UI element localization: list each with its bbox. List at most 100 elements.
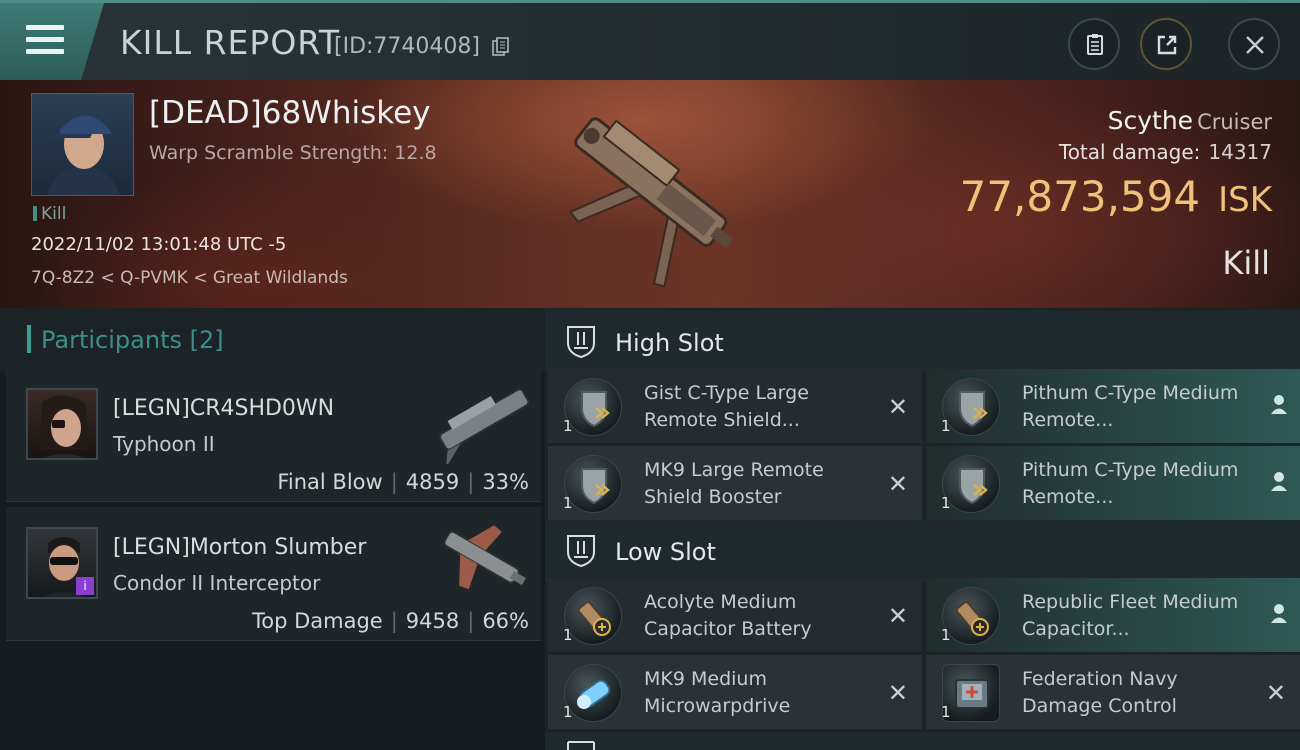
report-id: [ID:7740408] [334, 34, 480, 59]
module-name: Gist C-Type Large Remote Shield... [644, 382, 809, 431]
module-quantity: 1 [563, 494, 573, 512]
participant-row[interactable]: [LEGN]CR4SHD0WN Typhoon II Final Blow | 48… [6, 368, 541, 502]
participant-ship: Condor II Interceptor [113, 571, 321, 595]
result-label: Kill [1222, 244, 1270, 282]
share-button[interactable] [1140, 18, 1192, 70]
module-item[interactable]: 1 Acolyte Medium Capacitor Battery ✕ [548, 578, 922, 652]
ship-class: Cruiser [1197, 110, 1272, 134]
module-quantity: 1 [941, 494, 951, 512]
participant-percent: 33% [482, 470, 529, 494]
capacitor-battery-icon [564, 587, 622, 645]
module-quantity: 1 [563, 626, 573, 644]
warp-scramble-strength: Warp Scramble Strength: 12.8 [149, 142, 437, 164]
participant-row[interactable]: i [LEGN]Morton Slumber Condor II Interce… [6, 507, 541, 641]
kill-location: 7Q-8Z2 < Q-PVMK < Great Wildlands [31, 268, 348, 288]
next-slot-header [545, 732, 1300, 750]
low-slot-header: Low Slot [545, 520, 1300, 582]
remote-shield-icon [942, 455, 1000, 513]
isk-unit: ISK [1218, 180, 1272, 220]
page-title: KILL REPORT [120, 23, 340, 62]
fitting-panel: High Slot 1 Gist C-Type Large Remote Shi… [545, 308, 1300, 750]
close-button[interactable] [1228, 18, 1280, 70]
high-slot-title: High Slot [615, 329, 724, 357]
destroyed-x-icon: ✕ [887, 679, 908, 707]
kill-timestamp: 2022/11/02 13:01:48 UTC -5 [31, 234, 287, 255]
slot-shield-icon [567, 741, 595, 750]
participants-title: Participants [2] [41, 326, 224, 354]
module-name: Acolyte Medium Capacitor Battery [644, 591, 812, 640]
clipboard-button[interactable] [1068, 18, 1120, 70]
destroyed-x-icon: ✕ [887, 602, 908, 630]
participant-damage: 9458 [405, 609, 460, 633]
isk-value-line: 77,873,594 ISK [960, 172, 1272, 221]
ship-name: Scythe [1107, 106, 1194, 135]
module-item[interactable]: 1 Federation Navy Damage Control ✕ [926, 655, 1300, 729]
hamburger-menu-icon[interactable] [26, 25, 64, 55]
person-icon [1271, 472, 1287, 491]
participant-ship-image [443, 525, 526, 590]
module-name: MK9 Large Remote Shield Booster [644, 459, 824, 508]
participants-header: Participants [2] [0, 308, 545, 372]
capacitor-battery-icon [942, 587, 1000, 645]
participant-ship: Typhoon II [113, 432, 215, 456]
badge-icon: i [76, 577, 94, 595]
low-slot-title: Low Slot [615, 538, 716, 566]
participant-ship-image [438, 388, 530, 464]
slot-shield-icon [567, 535, 595, 568]
module-name: Republic Fleet Medium Capacitor... [1022, 591, 1239, 640]
module-quantity: 1 [563, 703, 573, 721]
participants-panel: Participants [2] [LEGN]CR4SHD0WN Typhoon… [0, 308, 545, 750]
module-name: Federation Navy Damage Control [1022, 668, 1178, 717]
module-item[interactable]: 1 Pithum C-Type Medium Remote... [926, 369, 1300, 443]
module-item[interactable]: 1 Pithum C-Type Medium Remote... [926, 446, 1300, 520]
remote-shield-icon [564, 455, 622, 513]
module-item[interactable]: 1 MK9 Medium Microwarpdrive ✕ [548, 655, 922, 729]
total-damage-value: 14317 [1208, 140, 1272, 164]
participant-avatar[interactable]: i [26, 527, 98, 599]
microwarpdrive-icon [564, 664, 622, 722]
isk-value: 77,873,594 [959, 172, 1201, 221]
module-quantity: 1 [941, 417, 951, 435]
destroyed-x-icon: ✕ [887, 470, 908, 498]
participant-stats: Final Blow | 4859 | 33% [277, 470, 529, 494]
copy-icon[interactable] [492, 37, 509, 57]
ship-type-line: Scythe Cruiser [1108, 106, 1272, 135]
participant-avatar[interactable] [26, 388, 98, 460]
participant-name: [LEGN]Morton Slumber [113, 535, 367, 560]
participant-percent: 66% [482, 609, 529, 633]
top-bar: KILL REPORT [ID:7740408] [0, 0, 1300, 80]
person-icon [1271, 604, 1287, 623]
destroyed-x-icon: ✕ [887, 393, 908, 421]
victim-avatar[interactable] [31, 93, 134, 196]
slot-shield-icon [567, 326, 595, 359]
module-quantity: 1 [563, 417, 573, 435]
module-item[interactable]: 1 Republic Fleet Medium Capacitor... [926, 578, 1300, 652]
total-damage-line: Total damage: 14317 [1059, 140, 1272, 164]
destroyed-x-icon: ✕ [1265, 679, 1286, 707]
kill-tag: Kill [33, 204, 66, 224]
remote-shield-icon [942, 378, 1000, 436]
participant-role: Top Damage [251, 609, 383, 633]
module-quantity: 1 [941, 626, 951, 644]
high-slot-header: High Slot [545, 311, 1300, 373]
clipboard-icon [1087, 34, 1103, 55]
module-name: MK9 Medium Microwarpdrive [644, 668, 791, 717]
close-icon [1246, 36, 1264, 54]
victim-ship-image [568, 117, 734, 288]
victim-banner: [DEAD]68Whiskey Warp Scramble Strength: … [0, 80, 1300, 308]
person-icon [1271, 395, 1287, 414]
module-item[interactable]: 1 Gist C-Type Large Remote Shield... ✕ [548, 369, 922, 443]
share-icon [1157, 35, 1177, 55]
module-name: Pithum C-Type Medium Remote... [1022, 459, 1239, 508]
victim-name: [DEAD]68Whiskey [149, 95, 431, 131]
module-name: Pithum C-Type Medium Remote... [1022, 382, 1239, 431]
damage-control-icon [942, 664, 1000, 722]
participant-stats: Top Damage | 9458 | 66% [251, 609, 529, 633]
remote-shield-icon [564, 378, 622, 436]
module-item[interactable]: 1 MK9 Large Remote Shield Booster ✕ [548, 446, 922, 520]
participant-name: [LEGN]CR4SHD0WN [113, 396, 335, 421]
total-damage-label: Total damage: [1058, 140, 1201, 164]
participant-damage: 4859 [405, 470, 460, 494]
participant-role: Final Blow [277, 470, 383, 494]
module-quantity: 1 [941, 703, 951, 721]
